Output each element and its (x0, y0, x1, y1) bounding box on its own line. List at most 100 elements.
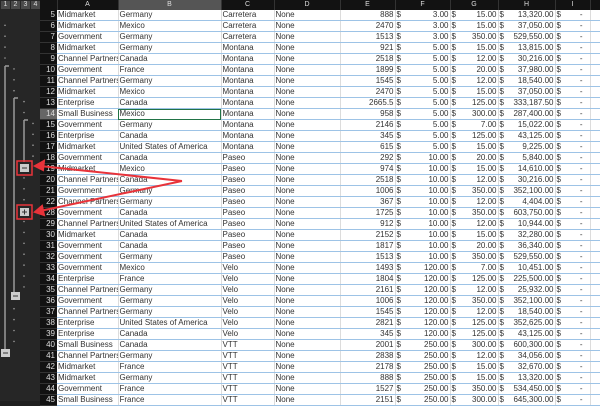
cell-B13[interactable]: Canada (118, 97, 222, 110)
cell-C17[interactable]: Montana (221, 141, 275, 154)
cell-B37[interactable]: Germany (118, 306, 222, 319)
row-header[interactable]: 21 (40, 185, 57, 198)
cell-next-column[interactable] (590, 361, 600, 374)
row-header[interactable]: 11 (40, 75, 57, 88)
cell-E34[interactable]: 1804 (340, 273, 396, 286)
cell-E14[interactable]: 958 (340, 108, 396, 121)
cell-B20[interactable]: Canada (118, 174, 222, 187)
cell-F36[interactable]: $120.00 (395, 295, 451, 308)
cell-I44[interactable]: $ - (555, 383, 591, 396)
cell-B12[interactable]: Mexico (118, 86, 222, 99)
cell-I5[interactable]: $ - (555, 10, 591, 22)
cell-D19[interactable]: None (274, 163, 341, 176)
cell-C14[interactable]: Montana (221, 108, 275, 121)
cell-I17[interactable]: $ - (555, 141, 591, 154)
cell-G12[interactable]: $15.00 (450, 86, 499, 99)
cell-E44[interactable]: 1527 (340, 383, 396, 396)
cell-D12[interactable]: None (274, 86, 341, 99)
cell-E21[interactable]: 1006 (340, 185, 396, 198)
cell-E17[interactable]: 615 (340, 141, 396, 154)
cell-A44[interactable]: Government (57, 383, 119, 396)
row-header[interactable]: 16 (40, 130, 57, 143)
cell-A11[interactable]: Channel Partners (57, 75, 119, 88)
cell-next-column[interactable] (590, 383, 600, 396)
cell-H7[interactable]: $529,550.00 (498, 31, 556, 44)
cell-F18[interactable]: $10.00 (395, 152, 451, 165)
cell-D35[interactable]: None (274, 284, 341, 297)
cell-D8[interactable]: None (274, 42, 341, 55)
cell-H40[interactable]: $600,300.00 (498, 339, 556, 352)
cell-next-column[interactable] (590, 262, 600, 275)
cell-C9[interactable]: Montana (221, 53, 275, 66)
cell-A35[interactable]: Channel Partners (57, 284, 119, 297)
cell-D44[interactable]: None (274, 383, 341, 396)
cell-H15[interactable]: $15,022.00 (498, 119, 556, 132)
cell-B15[interactable]: Germany (118, 119, 222, 132)
cell-next-column[interactable] (590, 130, 600, 143)
row-header[interactable]: 45 (40, 394, 57, 406)
cell-A38[interactable]: Enterprise (57, 317, 119, 330)
cell-H32[interactable]: $529,550.00 (498, 251, 556, 264)
cell-D31[interactable]: None (274, 240, 341, 253)
cell-I11[interactable]: $ - (555, 75, 591, 88)
cell-B36[interactable]: Germany (118, 295, 222, 308)
column-header-D[interactable]: D (274, 0, 341, 10)
cell-B40[interactable]: Canada (118, 339, 222, 352)
cell-G14[interactable]: $300.00 (450, 108, 499, 121)
cell-H38[interactable]: $352,625.00 (498, 317, 556, 330)
cell-H28[interactable]: $603,750.00 (498, 207, 556, 220)
cell-D30[interactable]: None (274, 229, 341, 242)
cell-next-column[interactable] (590, 108, 600, 121)
cell-E9[interactable]: 2518 (340, 53, 396, 66)
cell-C11[interactable]: Montana (221, 75, 275, 88)
cell-H14[interactable]: $287,400.00 (498, 108, 556, 121)
cell-E36[interactable]: 1006 (340, 295, 396, 308)
cell-D29[interactable]: None (274, 218, 341, 231)
cell-B34[interactable]: France (118, 273, 222, 286)
cell-I30[interactable]: $ - (555, 229, 591, 242)
cell-C7[interactable]: Carretera (221, 31, 275, 44)
cell-A45[interactable]: Small Business (57, 394, 119, 406)
cell-E28[interactable]: 1725 (340, 207, 396, 220)
row-header[interactable]: 12 (40, 86, 57, 99)
cell-B21[interactable]: Germany (118, 185, 222, 198)
cell-I43[interactable]: $ - (555, 372, 591, 385)
cell-H37[interactable]: $18,540.00 (498, 306, 556, 319)
cell-next-column[interactable] (590, 42, 600, 55)
cell-E37[interactable]: 1545 (340, 306, 396, 319)
cell-B41[interactable]: Germany (118, 350, 222, 363)
cell-G13[interactable]: $125.00 (450, 97, 499, 110)
cell-G33[interactable]: $7.00 (450, 262, 499, 275)
cell-G16[interactable]: $125.00 (450, 130, 499, 143)
cell-G37[interactable]: $12.00 (450, 306, 499, 319)
cell-D6[interactable]: None (274, 20, 341, 33)
cell-A29[interactable]: Channel Partners (57, 218, 119, 231)
cell-C19[interactable]: Paseo (221, 163, 275, 176)
cell-G43[interactable]: $15.00 (450, 372, 499, 385)
cell-B19[interactable]: Mexico (118, 163, 222, 176)
row-header[interactable]: 44 (40, 383, 57, 396)
cell-G45[interactable]: $300.00 (450, 394, 499, 406)
cell-next-column[interactable] (590, 10, 600, 22)
cell-C18[interactable]: Paseo (221, 152, 275, 165)
cell-D34[interactable]: None (274, 273, 341, 286)
cell-next-column[interactable] (590, 295, 600, 308)
cell-C42[interactable]: VTT (221, 361, 275, 374)
cell-next-column[interactable] (590, 339, 600, 352)
cell-F45[interactable]: $250.00 (395, 394, 451, 406)
cell-next-column[interactable] (590, 20, 600, 33)
cell-E19[interactable]: 974 (340, 163, 396, 176)
outline-level-3-button[interactable]: 3 (21, 1, 30, 9)
cell-G29[interactable]: $12.00 (450, 218, 499, 231)
cell-C16[interactable]: Montana (221, 130, 275, 143)
column-header-C[interactable]: C (221, 0, 275, 10)
cell-D7[interactable]: None (274, 31, 341, 44)
cell-D42[interactable]: None (274, 361, 341, 374)
cell-I35[interactable]: $ - (555, 284, 591, 297)
cell-F43[interactable]: $250.00 (395, 372, 451, 385)
cell-E18[interactable]: 292 (340, 152, 396, 165)
cell-I29[interactable]: $ - (555, 218, 591, 231)
cell-E12[interactable]: 2470 (340, 86, 396, 99)
cell-C8[interactable]: Montana (221, 42, 275, 55)
cell-F6[interactable]: $3.00 (395, 20, 451, 33)
